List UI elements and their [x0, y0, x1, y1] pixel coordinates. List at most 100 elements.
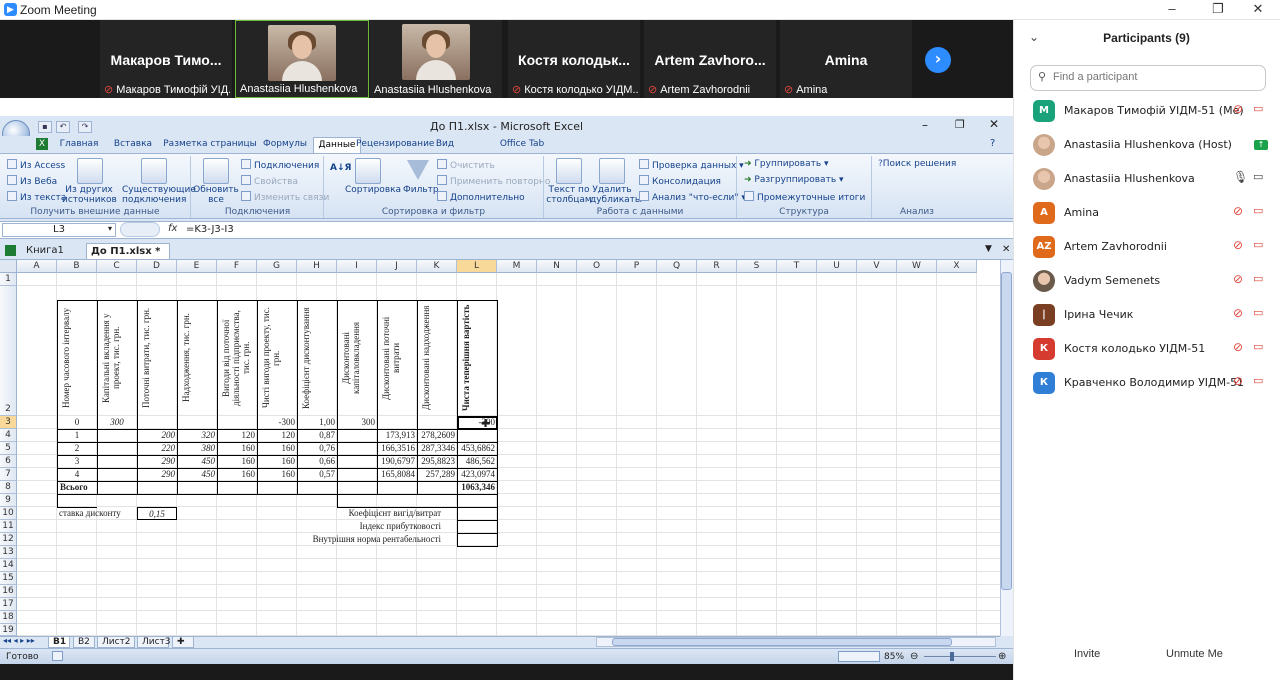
doc-tab-book1[interactable]: Книга1 [22, 243, 68, 259]
redo-icon[interactable]: ↷ [78, 121, 92, 133]
muted-mic-icon[interactable]: ⊘ [1233, 238, 1243, 252]
column-header[interactable]: E [177, 260, 217, 273]
participant-row[interactable]: К Костя колодько УІДМ-51 ⊘ ▭ [1013, 332, 1280, 366]
table-cell[interactable]: 290 [139, 468, 176, 481]
zoom-slider-thumb[interactable] [950, 652, 954, 661]
sheet-tab[interactable]: Лист3 [137, 636, 171, 648]
column-header[interactable]: F [217, 260, 257, 273]
table-cell[interactable]: 0,66 [299, 455, 335, 468]
table-cell[interactable]: 290 [139, 455, 176, 468]
muted-mic-icon[interactable]: ⊘ [1233, 340, 1243, 354]
subtotal-button[interactable]: Промежуточные итоги [744, 191, 865, 203]
indicator-cell-irr[interactable] [457, 533, 498, 547]
row-header[interactable]: 7 [0, 468, 17, 481]
unmute-me-button[interactable]: Unmute Me [1166, 648, 1223, 660]
participant-row[interactable]: | Ірина Чечик ⊘ ▭ [1013, 298, 1280, 332]
table-cell[interactable]: 120 [259, 429, 296, 442]
table-cell[interactable]: 287,3346 [419, 442, 455, 455]
formula-bar-toggle[interactable] [120, 222, 160, 237]
participant-row[interactable]: Anastasiia Hlushenkova 🎙 ▭ [1013, 162, 1280, 196]
doc-tab-active[interactable]: До П1.xlsx * ✕ [86, 243, 170, 273]
name-box[interactable]: L3 [2, 223, 116, 237]
table-cell[interactable]: 2 [59, 442, 95, 455]
video-tile[interactable]: Макаров Тимо... ⊘ Макаров Тимофій УІД... [100, 20, 232, 98]
row-header[interactable]: 10 [0, 507, 17, 520]
column-header[interactable]: L [457, 260, 497, 273]
row-header[interactable]: 6 [0, 455, 17, 468]
row-header[interactable]: 13 [0, 546, 17, 559]
column-header[interactable]: S [737, 260, 777, 273]
muted-mic-icon[interactable]: ⊘ [1233, 272, 1243, 286]
table-cell[interactable]: 4 [59, 468, 95, 481]
table-cell[interactable]: 1,00 [299, 416, 335, 429]
next-page-button[interactable]: › [925, 47, 951, 73]
participant-row[interactable]: Anastasiia Hlushenkova (Host) ↑ [1013, 128, 1280, 162]
zoom-out-icon[interactable]: ⊖ [910, 651, 918, 662]
table-cell[interactable]: 300 [339, 416, 376, 429]
column-header[interactable]: T [777, 260, 817, 273]
row-header[interactable]: 4 [0, 429, 17, 442]
table-cell[interactable]: 0,57 [299, 468, 335, 481]
sort-button[interactable]: Сортировка [345, 185, 401, 195]
ribbon-tab[interactable]: Разметка страницы [160, 137, 260, 153]
from-other-button[interactable]: Из других источников [62, 185, 117, 205]
participant-row[interactable]: M Макаров Тимофій УІДМ-51 (Me) ⊘ ▭ [1013, 94, 1280, 128]
video-off-icon[interactable]: ▭ [1253, 340, 1263, 353]
column-header[interactable]: J [377, 260, 417, 273]
table-cell[interactable]: 120 [219, 429, 256, 442]
video-tile[interactable]: Artem Zavhoro... ⊘ Artem Zavhorodnii [644, 20, 776, 98]
remove-duplicates-button[interactable]: Удалить дубликаты [590, 185, 642, 205]
video-off-icon[interactable]: ▭ [1253, 204, 1263, 217]
video-off-icon[interactable]: ▭ [1253, 238, 1263, 251]
maximize-button[interactable]: ❐ [1203, 1, 1233, 17]
connections-button[interactable]: Подключения [241, 159, 319, 171]
row-header[interactable]: 15 [0, 572, 17, 585]
ribbon-tab[interactable]: Формулы [256, 137, 314, 153]
video-tile[interactable]: Anastasiia Hlushenkova [235, 20, 369, 98]
row-header[interactable]: 9 [0, 494, 17, 507]
table-cell[interactable]: 423,0974 [459, 468, 495, 481]
column-header[interactable]: I [337, 260, 377, 273]
undo-icon[interactable]: ↶ [56, 121, 70, 133]
row-header[interactable]: 1 [0, 273, 17, 286]
row-header[interactable]: 16 [0, 585, 17, 598]
table-cell[interactable]: 160 [219, 455, 256, 468]
excel-restore-button[interactable]: ❐ [955, 118, 965, 131]
column-header[interactable]: Q [657, 260, 697, 273]
table-cell[interactable]: 200 [139, 429, 176, 442]
refresh-all-button[interactable]: Обновить все [192, 185, 240, 205]
column-header[interactable]: M [497, 260, 537, 273]
row-header[interactable]: 11 [0, 520, 17, 533]
table-cell[interactable]: 160 [219, 442, 256, 455]
excel-minimize-button[interactable]: – [922, 118, 928, 132]
table-cell[interactable]: -300 [259, 416, 296, 429]
sheet-tab[interactable]: Лист2 [97, 636, 135, 648]
view-buttons[interactable] [838, 651, 880, 662]
participant-row[interactable]: A Amina ⊘ ▭ [1013, 196, 1280, 230]
discount-rate-cell[interactable]: 0,15 [137, 507, 177, 520]
table-cell[interactable]: 160 [259, 468, 296, 481]
macro-record-icon[interactable] [52, 651, 63, 661]
existing-connections-button[interactable]: Существующие подключения [122, 185, 196, 205]
video-off-icon[interactable]: ▭ [1253, 102, 1263, 115]
text-to-columns-button[interactable]: Текст по столбцам [546, 185, 592, 205]
row-header[interactable]: 2 [0, 286, 17, 416]
invite-button[interactable]: Invite [1074, 648, 1100, 660]
from-web-button[interactable]: Из Веба [7, 175, 57, 187]
total-value[interactable]: 1063,346 [459, 481, 495, 494]
doc-tabs-menu-icon[interactable]: ▼ [985, 244, 992, 254]
muted-mic-icon[interactable]: ⊘ [1233, 204, 1243, 218]
ribbon-tab[interactable]: Рецензирование [356, 137, 434, 153]
table-cell[interactable]: 3 [59, 455, 95, 468]
row-header[interactable]: 3 [0, 416, 17, 429]
help-icon[interactable]: ? [990, 138, 995, 149]
participant-row[interactable]: Vadym Semenets ⊘ ▭ [1013, 264, 1280, 298]
table-cell[interactable]: 220 [139, 442, 176, 455]
ribbon-tab[interactable]: Office Tab [494, 137, 550, 153]
group-button[interactable]: ➜ Группировать ▾ [744, 159, 829, 169]
table-cell[interactable]: 278,2609 [419, 429, 455, 442]
indicator-cell-pi[interactable] [457, 520, 498, 534]
table-cell[interactable]: 1 [59, 429, 95, 442]
close-button[interactable]: ✕ [1243, 1, 1273, 17]
table-cell[interactable]: 190,6797 [379, 455, 415, 468]
